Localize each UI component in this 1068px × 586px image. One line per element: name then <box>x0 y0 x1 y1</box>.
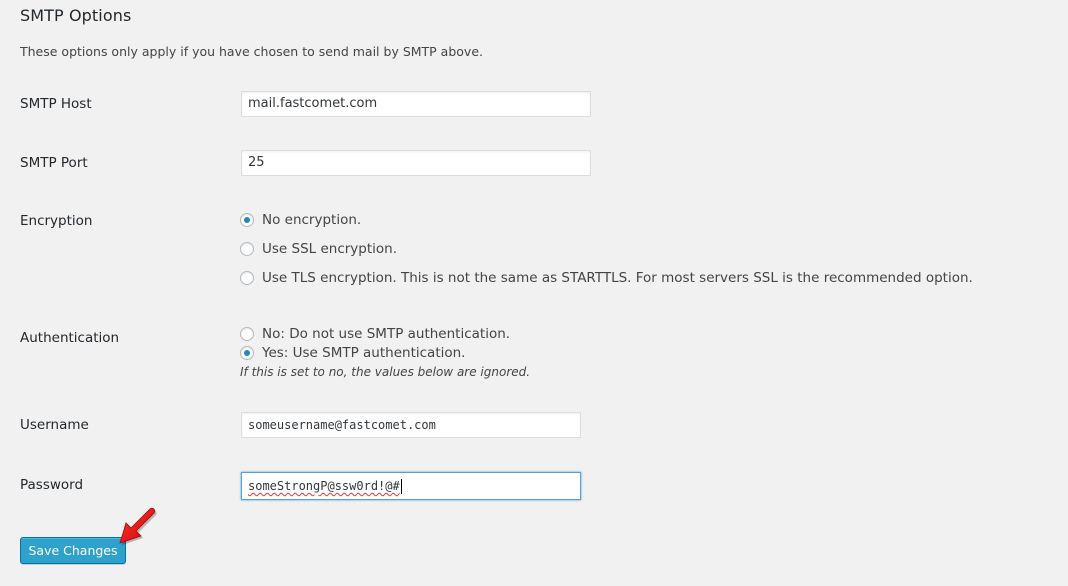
encryption-option-label: No encryption. <box>262 212 362 228</box>
username-input[interactable]: someusername@fastcomet.com <box>241 412 581 438</box>
authentication-hint: If this is set to no, the values below a… <box>240 365 531 379</box>
username-value: someusername@fastcomet.com <box>248 418 436 432</box>
section-title: SMTP Options <box>20 6 132 25</box>
smtp-options-page: SMTP Options These options only apply if… <box>0 0 1068 586</box>
encryption-option-none[interactable]: No encryption. <box>240 212 361 228</box>
smtp-host-input[interactable]: mail.fastcomet.com <box>241 91 591 117</box>
save-changes-button[interactable]: Save Changes <box>20 537 126 564</box>
auth-option-yes[interactable]: Yes: Use SMTP authentication. <box>240 345 465 361</box>
section-description: These options only apply if you have cho… <box>20 44 483 59</box>
text-caret <box>400 479 402 494</box>
auth-option-label: No: Do not use SMTP authentication. <box>262 326 511 342</box>
auth-option-no[interactable]: No: Do not use SMTP authentication. <box>240 326 510 342</box>
smtp-host-value: mail.fastcomet.com <box>248 96 378 111</box>
encryption-option-ssl[interactable]: Use SSL encryption. <box>240 241 397 257</box>
radio-unchecked-icon[interactable] <box>240 242 254 256</box>
red-arrow-icon <box>119 507 157 545</box>
radio-checked-icon[interactable] <box>240 213 254 227</box>
authentication-label: Authentication <box>20 330 120 346</box>
encryption-option-tls[interactable]: Use TLS encryption. This is not the same… <box>240 270 973 286</box>
smtp-port-value: 25 <box>248 155 265 170</box>
radio-unchecked-icon[interactable] <box>240 327 254 341</box>
auth-option-label: Yes: Use SMTP authentication. <box>262 345 466 361</box>
smtp-port-input[interactable]: 25 <box>241 150 591 176</box>
username-label: Username <box>20 417 89 433</box>
smtp-port-label: SMTP Port <box>20 155 88 171</box>
radio-unchecked-icon[interactable] <box>240 271 254 285</box>
password-input[interactable]: someStrongP@ssw0rd!@# <box>241 472 581 500</box>
password-label: Password <box>20 477 84 493</box>
smtp-host-label: SMTP Host <box>20 96 92 112</box>
radio-checked-icon[interactable] <box>240 346 254 360</box>
encryption-option-label: Use SSL encryption. <box>262 241 398 257</box>
encryption-label: Encryption <box>20 213 93 229</box>
password-value: someStrongP@ssw0rd!@# <box>248 479 400 493</box>
encryption-option-label: Use TLS encryption. This is not the same… <box>262 270 973 286</box>
